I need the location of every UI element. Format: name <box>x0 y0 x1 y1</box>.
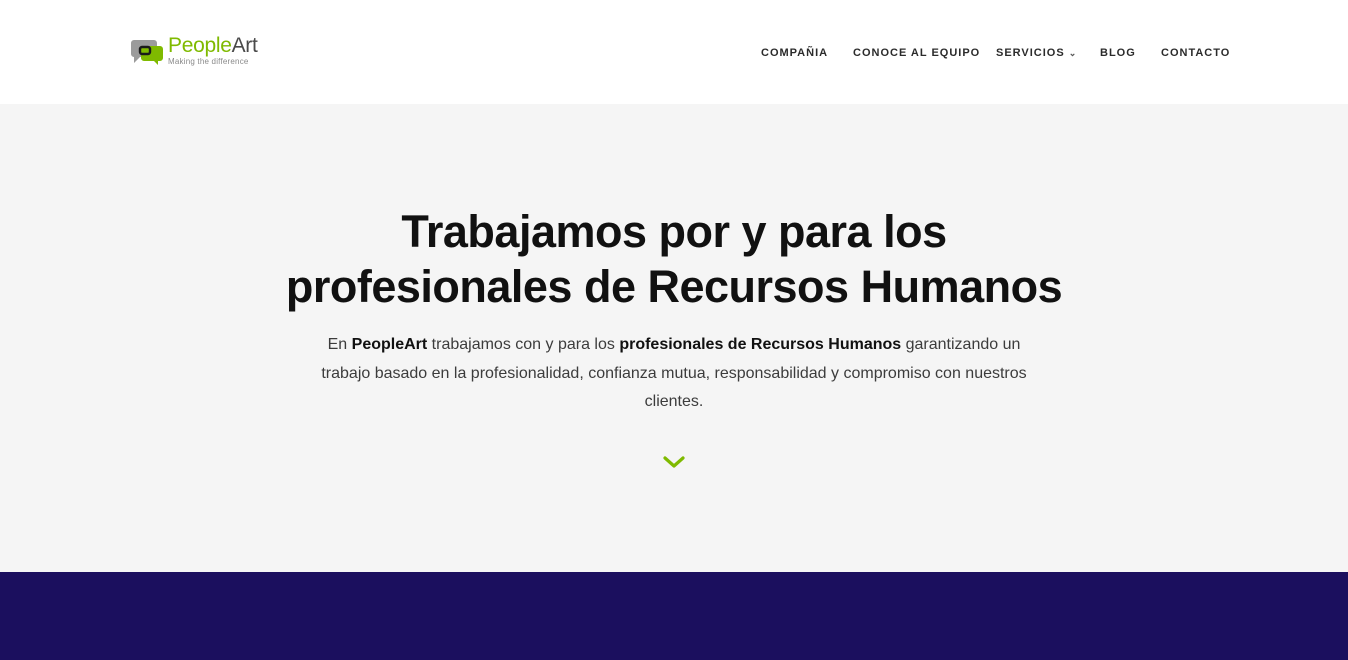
hero-headline-line1: Trabajamos por y para los <box>401 206 947 257</box>
hero-intro: En PeopleArt trabajamos con y para los p… <box>304 331 1044 417</box>
chevron-down-icon: ⌄ <box>1068 48 1078 58</box>
intro-text-1: En <box>327 336 352 353</box>
footer-band <box>0 572 1348 660</box>
brand-name: PeopleArt <box>168 34 258 58</box>
logo[interactable]: PeopleArt Making the difference <box>130 33 270 69</box>
intro-brand: PeopleArt <box>351 336 428 353</box>
nav-item-servicios-label: SERVICIOS <box>996 47 1065 59</box>
intro-highlight: profesionales de Recursos Humanos <box>619 336 902 353</box>
brand-name-part2: Art <box>231 34 258 57</box>
site-header: PeopleArt Making the difference COMPAÑIA… <box>0 0 1348 104</box>
speech-bubbles-logo-icon <box>131 40 163 65</box>
nav-item-contacto[interactable]: CONTACTO <box>1161 47 1230 63</box>
hero-headline: Trabajamos por y para los profesionales … <box>274 204 1074 314</box>
nav-item-blog[interactable]: BLOG <box>1100 47 1136 63</box>
brand-name-part1: People <box>168 34 232 57</box>
nav-item-compania[interactable]: COMPAÑIA <box>761 47 828 63</box>
hero-headline-line2: profesionales de Recursos Humanos <box>285 261 1063 312</box>
intro-text-2: trabajamos con y para los <box>427 336 620 353</box>
nav-item-servicios[interactable]: SERVICIOS ⌄ <box>996 47 1077 63</box>
chevron-down-icon[interactable] <box>662 454 686 470</box>
brand-tagline: Making the difference <box>168 57 249 66</box>
nav-item-conoce-al-equipo[interactable]: CONOCE AL EQUIPO <box>853 47 980 63</box>
hero-section: Trabajamos por y para los profesionales … <box>0 104 1348 572</box>
